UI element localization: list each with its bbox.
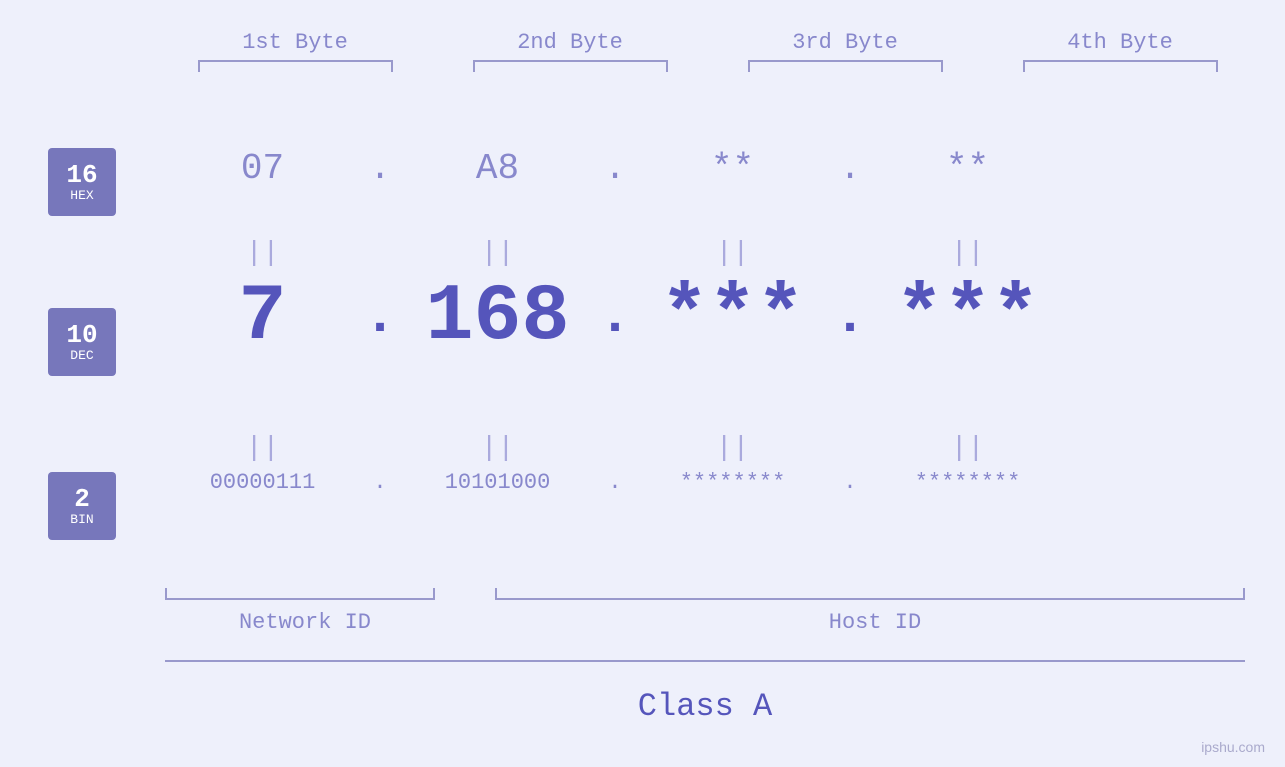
base-bin-label: 2 BIN [48,472,116,540]
eq2-2: || [400,435,595,463]
dec-byte-2: 168 [400,278,595,358]
byte-label-2: 2nd Byte [460,30,680,55]
eq1-3: || [635,240,830,268]
host-id-label: Host ID [505,610,1245,635]
bin-byte-4: ******** [870,470,1065,495]
dec-text: DEC [70,349,93,363]
class-bar [165,660,1245,662]
hex-dot-2: . [595,148,635,189]
hex-dot-1: . [360,148,400,189]
host-id-bracket [495,588,1245,600]
byte-labels-row: 1st Byte 2nd Byte 3rd Byte 4th Byte [158,30,1258,55]
byte-label-4: 4th Byte [1010,30,1230,55]
eq2-3: || [635,435,830,463]
dec-number: 10 [66,321,97,350]
hex-byte-3: ** [635,148,830,189]
bottom-brackets [165,588,1245,600]
hex-byte-2: A8 [400,148,595,189]
bin-dot-1: . [360,470,400,495]
bin-dot-2: . [595,470,635,495]
eq1-1: || [165,240,360,268]
dec-byte-4: *** [870,278,1065,358]
bracket-4 [1023,60,1218,72]
eq2-4: || [870,435,1065,463]
id-labels: Network ID Host ID [165,610,1245,635]
hex-dot-3: . [830,148,870,189]
bin-dot-3: . [830,470,870,495]
main-container: 1st Byte 2nd Byte 3rd Byte 4th Byte 16 H… [0,0,1285,767]
dec-dot-3: . [830,285,870,358]
dec-dot-1: . [360,285,400,358]
dec-row: 7 . 168 . *** . *** [165,278,1245,358]
hex-row: 07 . A8 . ** . ** [165,148,1245,189]
bin-byte-3: ******** [635,470,830,495]
bracket-1 [198,60,393,72]
equals-row-2: || || || || [165,435,1245,463]
base-dec-label: 10 DEC [48,308,116,376]
bin-byte-1: 00000111 [165,470,360,495]
bin-row: 00000111 . 10101000 . ******** . *******… [165,470,1245,495]
eq1-2: || [400,240,595,268]
class-label: Class A [165,688,1245,725]
equals-row-1: || || || || [165,240,1245,268]
eq2-1: || [165,435,360,463]
network-id-label: Network ID [165,610,445,635]
bracket-3 [748,60,943,72]
bin-number: 2 [74,485,90,514]
dec-dot-2: . [595,285,635,358]
top-brackets [158,60,1258,72]
bin-text: BIN [70,513,93,527]
byte-label-3: 3rd Byte [735,30,955,55]
dec-byte-3: *** [635,278,830,358]
hex-text: HEX [70,189,93,203]
bin-byte-2: 10101000 [400,470,595,495]
network-id-bracket [165,588,435,600]
watermark: ipshu.com [1201,739,1265,755]
hex-number: 16 [66,161,97,190]
hex-byte-1: 07 [165,148,360,189]
hex-byte-4: ** [870,148,1065,189]
eq1-4: || [870,240,1065,268]
bracket-2 [473,60,668,72]
base-hex-label: 16 HEX [48,148,116,216]
byte-label-1: 1st Byte [185,30,405,55]
dec-byte-1: 7 [165,278,360,358]
